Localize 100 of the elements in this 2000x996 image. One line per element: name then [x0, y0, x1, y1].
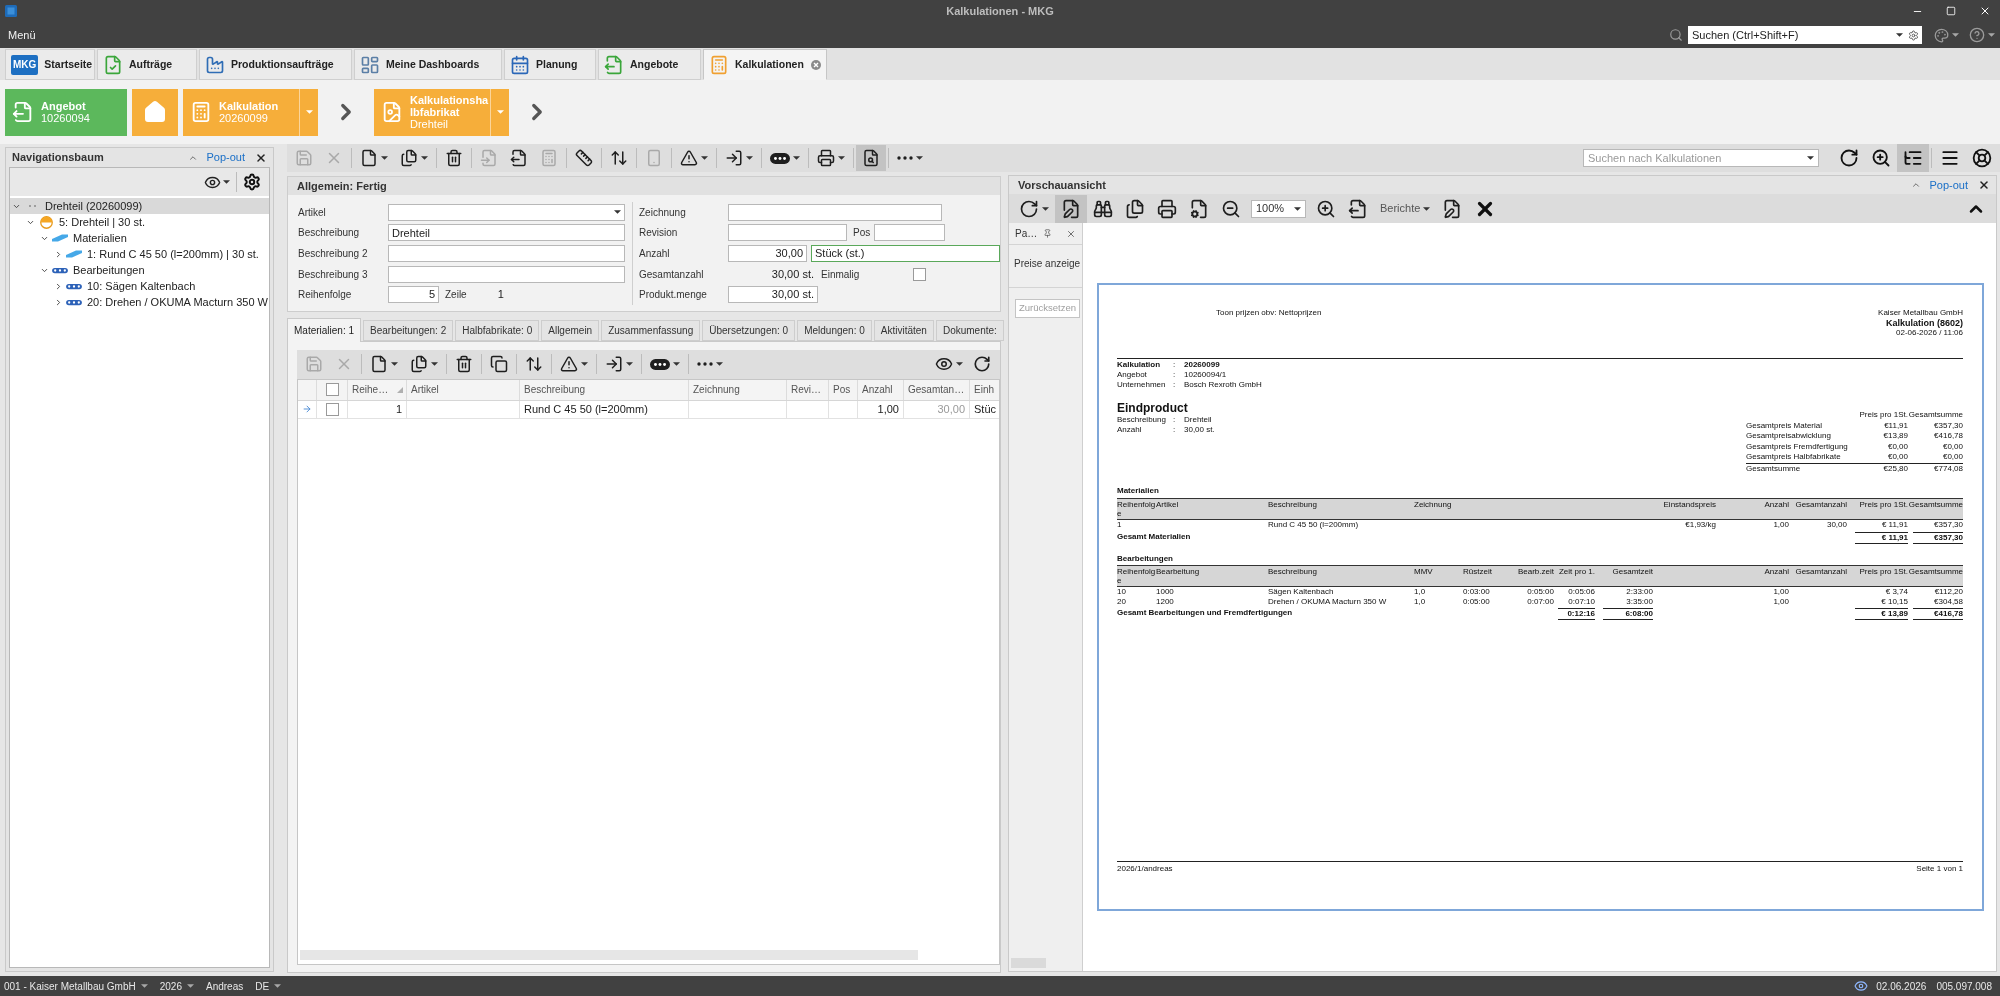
- table-cell-text: 30,00: [1825, 520, 1847, 530]
- column-header[interactable]: Beschreibung: [520, 379, 689, 400]
- tree-item[interactable]: 20: Drehen / OKUMA Macturn 350 W: [52, 294, 269, 310]
- report-title: Kalkulation (8602): [1885, 318, 1963, 328]
- palette-button[interactable]: [1934, 27, 1959, 43]
- table-cell-text: €1,93/kg: [1684, 520, 1716, 530]
- caret-icon: [956, 362, 963, 367]
- field-label: Anzahl: [639, 247, 671, 261]
- popout-link[interactable]: Pop-out: [1929, 176, 1968, 194]
- tab[interactable]: Zusammenfassung: [601, 319, 701, 341]
- text-field[interactable]: [728, 203, 942, 221]
- column-header[interactable]: Pos: [829, 379, 858, 400]
- tab[interactable]: Materialien: 1: [287, 317, 362, 342]
- tab[interactable]: Aufträge: [97, 49, 197, 80]
- collapse-icon[interactable]: [1911, 180, 1922, 190]
- tree-item[interactable]: Drehteil (20260099): [10, 198, 269, 214]
- info-label: Angebot: [1117, 370, 1148, 380]
- close-tab-icon[interactable]: [811, 59, 821, 70]
- settings-icon[interactable]: [1908, 29, 1919, 41]
- menu-button[interactable]: Menü: [8, 26, 36, 44]
- status-item[interactable]: 001 - Kaiser Metallbau GmbH: [4, 978, 148, 994]
- tab[interactable]: Angebote: [598, 49, 701, 80]
- text-field[interactable]: [728, 224, 847, 242]
- info-value: Drehteil: [1184, 415, 1213, 425]
- table-cell-text: Sägen Kaltenbach: [1268, 587, 1335, 597]
- tab[interactable]: Meine Dashboards: [354, 49, 502, 80]
- help-button[interactable]: [1969, 27, 1995, 43]
- number-field[interactable]: 30,00 st.: [728, 286, 818, 304]
- tab[interactable]: Produktionsaufträge: [199, 49, 352, 80]
- field-label: Revision: [639, 226, 679, 241]
- tab[interactable]: Übersetzungen: 0: [702, 319, 796, 341]
- report-note: Toon prijzen obv: Nettoprijzen: [1216, 308, 1322, 318]
- tree-item[interactable]: Materialien: [38, 230, 269, 246]
- checkbox[interactable]: [913, 267, 927, 281]
- rod-icon: [66, 250, 82, 258]
- tab[interactable]: Bearbeitungen: 2: [363, 319, 454, 341]
- status-item[interactable]: 2026: [159, 978, 194, 994]
- table-cell-text: Rund C 45 50 (l=200mm): [1268, 520, 1360, 530]
- column-header[interactable]: Reihe…: [348, 379, 407, 400]
- column-header[interactable]: Zeichnung: [689, 379, 787, 400]
- column-header[interactable]: Anzahl: [858, 379, 904, 400]
- menu-icon: [1940, 148, 1960, 168]
- tab[interactable]: Dokumente:: [935, 319, 1004, 341]
- checkbox[interactable]: [325, 402, 339, 416]
- form-title: Allgemein: Fertig: [288, 177, 1000, 195]
- info-label: Unternehmen: [1117, 380, 1167, 390]
- horizontal-scrollbar[interactable]: [300, 950, 918, 960]
- status-item[interactable]: DE: [255, 978, 282, 994]
- collapsed-chevron-icon[interactable]: [54, 281, 63, 291]
- home-tile[interactable]: [132, 88, 178, 136]
- zoom-in-icon: [1316, 198, 1336, 219]
- unit-field[interactable]: Stück (st.): [811, 245, 1000, 262]
- tree-item[interactable]: 10: Sägen Kaltenbach: [52, 278, 269, 294]
- dropdown-field[interactable]: [388, 203, 625, 221]
- global-search-field[interactable]: Suchen (Ctrl+Shift+F): [1688, 26, 1922, 44]
- text-field[interactable]: [874, 224, 946, 242]
- column-header[interactable]: Artikel: [407, 379, 520, 400]
- close-icon[interactable]: [255, 151, 267, 164]
- reports-menu[interactable]: Berichte: [1374, 194, 1437, 223]
- half-circle-icon: [39, 215, 53, 229]
- tab[interactable]: MKG Startseite: [5, 49, 95, 80]
- popout-link[interactable]: Pop-out: [206, 149, 245, 166]
- table-cell-text: 1,0: [1414, 597, 1427, 607]
- checkbox[interactable]: [325, 383, 339, 397]
- tree-item[interactable]: 5: Drehteil | 30 st.: [24, 214, 269, 230]
- column-header[interactable]: Einh: [970, 379, 999, 400]
- tab[interactable]: Kalkulationen: [703, 49, 827, 80]
- number-field[interactable]: 5: [388, 286, 439, 304]
- text-field[interactable]: [388, 265, 625, 283]
- column-header[interactable]: Gesamtan…: [904, 379, 970, 400]
- collapsed-chevron-icon[interactable]: [54, 249, 63, 259]
- tab[interactable]: Halbfabrikate: 0: [455, 319, 540, 341]
- tab[interactable]: Planung: [504, 49, 596, 80]
- number-field[interactable]: 30,00: [728, 245, 807, 262]
- pin-icon[interactable]: [1043, 229, 1052, 238]
- table-cell-text: €0,00: [1941, 452, 1963, 463]
- close-icon[interactable]: [1978, 179, 1990, 191]
- app-icon: [5, 5, 17, 17]
- collapsed-chevron-icon[interactable]: [54, 297, 63, 307]
- tab[interactable]: Meldungen: 0: [797, 319, 872, 341]
- text-field[interactable]: [388, 245, 625, 262]
- refresh-icon: [1839, 148, 1859, 168]
- tree-item[interactable]: 1: Rund C 45 50 (l=200mm) | 30 st.: [52, 246, 269, 262]
- panel-title: Navigationsbaum: [12, 150, 104, 166]
- phone-icon: [645, 149, 663, 167]
- tree-view-button[interactable]: [1897, 144, 1929, 172]
- text-field[interactable]: Drehteil: [388, 224, 625, 242]
- tab[interactable]: Aktivitäten: [873, 319, 934, 341]
- column-header[interactable]: Revi…: [787, 379, 829, 400]
- edit-report-button[interactable]: [1055, 194, 1087, 223]
- calendar-icon: [510, 54, 530, 75]
- total-cell: € 13,89: [1855, 608, 1908, 620]
- search-field[interactable]: Suchen nach Kalkulationen: [1583, 149, 1819, 167]
- tab[interactable]: Allgemein: [541, 319, 600, 341]
- tree-item[interactable]: Bearbeitungen: [38, 262, 269, 278]
- document-image-icon: [381, 101, 403, 123]
- zoom-dropdown[interactable]: 100%: [1251, 199, 1306, 218]
- status-item[interactable]: Andreas: [206, 978, 244, 994]
- preview-button[interactable]: [856, 145, 886, 171]
- caret-icon: [1423, 206, 1431, 211]
